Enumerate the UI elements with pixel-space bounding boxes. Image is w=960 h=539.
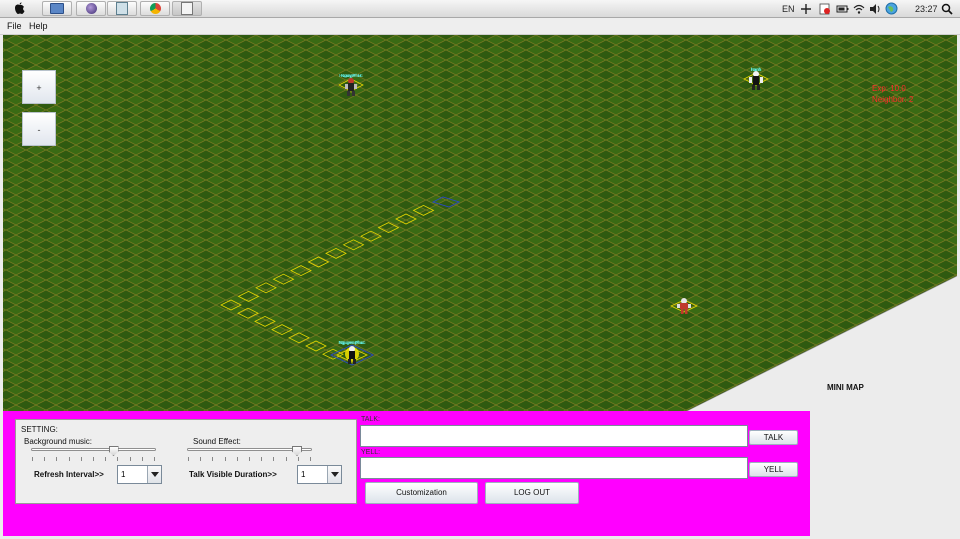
slider-tick (236, 457, 238, 461)
slider-ticks (31, 457, 156, 462)
talk-duration-select[interactable]: 1 (297, 465, 342, 484)
slider-tick (285, 457, 287, 461)
logout-button[interactable]: LOG OUT (485, 482, 579, 504)
path-tile[interactable] (237, 307, 259, 319)
refresh-interval-select[interactable]: 1 (117, 465, 162, 484)
path-tile[interactable] (307, 256, 330, 268)
talk-button[interactable]: TALK (749, 430, 798, 445)
slider-tick (105, 457, 107, 461)
menu-help[interactable]: Help (29, 20, 48, 32)
bg-music-slider[interactable] (31, 446, 156, 462)
hud-line: Exp: 10.0 (872, 84, 906, 93)
walk-path-tiles (220, 196, 461, 360)
player-sprite (329, 344, 375, 366)
path-tile[interactable] (342, 239, 365, 251)
path-tile[interactable] (255, 282, 277, 294)
talk-duration-value: 1 (301, 470, 306, 479)
slider-thumb[interactable] (292, 446, 302, 456)
slider-thumb[interactable] (108, 446, 119, 456)
control-panel: SETTING: Background music: Sound Effect:… (3, 411, 810, 536)
player-sprite (743, 71, 769, 90)
slider-tick (224, 457, 226, 461)
path-tile[interactable] (305, 340, 327, 352)
finder-icon[interactable] (42, 1, 72, 16)
mute-flag-icon[interactable] (819, 3, 831, 17)
chrome-icon[interactable] (140, 1, 170, 16)
yell-label: YELL: (361, 449, 381, 456)
search-icon[interactable] (941, 3, 953, 17)
menu-file[interactable]: File (7, 20, 22, 32)
clock[interactable]: 23:27 (915, 2, 938, 16)
chevron-down-icon[interactable] (147, 466, 161, 483)
eclipse-icon[interactable] (76, 1, 106, 16)
sound-effect-slider[interactable] (187, 446, 312, 462)
path-tile[interactable] (377, 222, 400, 234)
slider-tick (129, 457, 131, 461)
refresh-interval-value: 1 (121, 470, 126, 479)
talk-duration-label: Talk Visible Duration>> (189, 470, 277, 479)
slider-tick (273, 457, 275, 461)
path-tile[interactable] (272, 273, 295, 285)
hud-line: Neighbor: 2 (872, 95, 914, 104)
slider-tick (154, 457, 155, 461)
path-tile[interactable] (288, 332, 310, 344)
bg-music-label: Background music: (24, 437, 93, 446)
yell-input[interactable] (360, 457, 748, 479)
slider-tick (93, 457, 94, 461)
slider-tick (44, 457, 46, 461)
path-tile[interactable] (254, 315, 276, 327)
system-menu-bar: EN 23:27 (0, 0, 960, 18)
status-hud: Exp: 10.0 Neighbor: 2 (872, 83, 913, 105)
npc-character[interactable] (667, 293, 701, 319)
app-menu-bar: File Help (0, 18, 960, 35)
slider-tick (297, 457, 299, 461)
slider-tick (310, 457, 311, 461)
path-tile[interactable] (290, 265, 312, 277)
slider-tick (212, 457, 214, 461)
slider-tick (200, 457, 202, 461)
chevron-down-icon[interactable] (327, 466, 341, 483)
volume-icon[interactable] (869, 3, 881, 17)
path-tile[interactable] (412, 204, 435, 216)
yell-button[interactable]: YELL (749, 462, 798, 477)
slider-tick (32, 457, 33, 461)
slider-tick (261, 457, 263, 461)
path-tile[interactable] (237, 290, 260, 302)
plus-icon[interactable] (800, 3, 812, 17)
settings-title: SETTING: (21, 425, 58, 434)
customization-button[interactable]: Customization (365, 482, 478, 504)
apple-icon[interactable] (14, 2, 25, 15)
talk-input[interactable] (360, 425, 748, 447)
java-app-icon[interactable] (172, 1, 202, 16)
npc-sprite (670, 298, 698, 314)
path-tile[interactable] (271, 324, 293, 336)
zoom-out-button[interactable]: - (22, 112, 56, 146)
slider-tick (188, 457, 189, 461)
path-tile[interactable] (360, 230, 382, 242)
slider-ticks (187, 457, 312, 462)
game-map-view[interactable]: + - HoangPhuc Nguyen H hanh Hanh Nguyenp… (3, 35, 957, 412)
slider-tick (80, 457, 82, 461)
path-tile[interactable] (325, 247, 347, 259)
wifi-icon[interactable] (853, 3, 865, 17)
minimap-label: MINI MAP (827, 383, 864, 392)
globe-icon[interactable] (885, 2, 898, 16)
settings-box: SETTING: Background music: Sound Effect:… (15, 419, 357, 504)
sound-effect-label: Sound Effect: (193, 437, 241, 446)
input-language[interactable]: EN (782, 2, 795, 16)
zoom-in-button[interactable]: + (22, 70, 56, 104)
path-tile[interactable] (220, 299, 242, 311)
files-icon[interactable] (107, 1, 137, 16)
slider-tick (141, 457, 143, 461)
talk-label: TALK: (361, 416, 380, 423)
refresh-interval-label: Refresh Interval>> (34, 470, 104, 479)
slider-tick (68, 457, 70, 461)
slider-track[interactable] (31, 448, 156, 451)
player-sprite (338, 78, 364, 96)
slider-tick (117, 457, 119, 461)
slider-tick (56, 457, 58, 461)
path-tile[interactable] (395, 213, 417, 225)
slider-tick (249, 457, 250, 461)
battery-icon[interactable] (836, 3, 849, 17)
